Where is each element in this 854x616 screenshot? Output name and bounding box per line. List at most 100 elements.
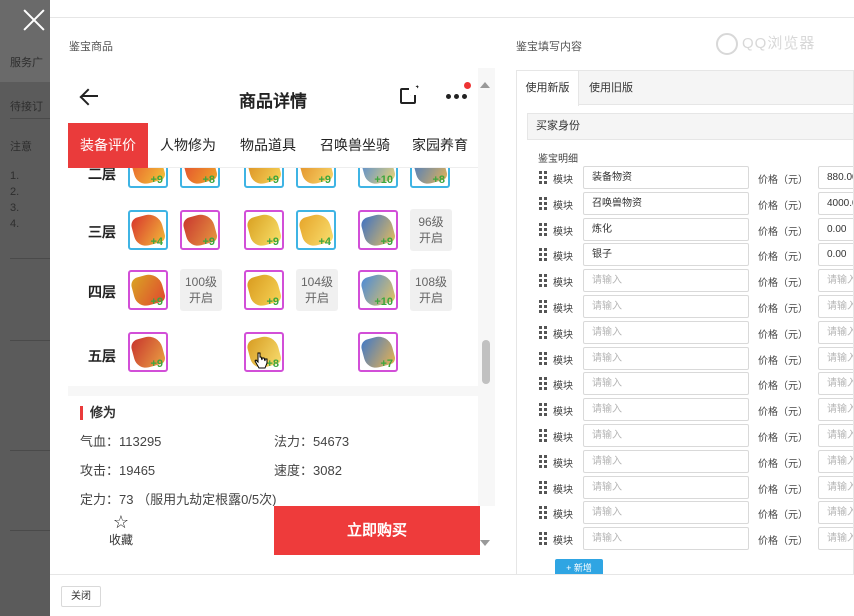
drag-handle-icon[interactable] <box>539 403 547 417</box>
price-input[interactable]: 请输入 <box>818 372 853 396</box>
equipment-slot[interactable]: +9 <box>128 270 168 310</box>
price-input[interactable]: 请输入 <box>818 398 853 422</box>
drag-handle-icon[interactable] <box>539 480 547 495</box>
price-input[interactable]: 请输入 <box>818 501 853 525</box>
locked-slot: 104级 开启 <box>296 269 338 311</box>
equipment-slot[interactable]: +8 <box>410 168 450 188</box>
drag-handle-icon[interactable] <box>539 274 547 288</box>
module-name-input[interactable]: 请输入 <box>583 295 749 318</box>
equipment-slot[interactable]: +4 <box>128 210 168 250</box>
equipment-slot[interactable]: +4 <box>296 210 336 250</box>
price-label: 价格（元） <box>758 252 808 264</box>
enhance-level: +10 <box>374 174 393 186</box>
equipment-slot[interactable]: +7 <box>358 332 398 372</box>
background-text: 服务广 <box>10 57 43 69</box>
drag-handle-icon[interactable] <box>539 429 547 443</box>
locked-slot: 108级 开启 <box>410 269 452 311</box>
price-input[interactable]: 4000.00 <box>818 191 853 215</box>
price-input[interactable]: 请输入 <box>818 449 853 473</box>
share-icon[interactable] <box>400 85 419 104</box>
module-name-input[interactable]: 召唤兽物资 <box>583 191 749 215</box>
drag-handle-icon[interactable] <box>539 325 547 340</box>
equipment-slot[interactable]: +9 <box>296 168 336 188</box>
drag-handle-icon[interactable] <box>539 196 547 211</box>
price-input[interactable]: 880.00 <box>818 166 853 189</box>
equipment-slot[interactable]: +9 <box>180 210 220 250</box>
more-menu-icon[interactable] <box>446 94 468 100</box>
drag-handle-icon[interactable] <box>539 532 547 546</box>
price-input[interactable]: 请输入 <box>818 424 853 447</box>
tab-old-version[interactable]: 使用旧版 <box>579 71 643 105</box>
price-input[interactable]: 0.00 <box>818 243 853 267</box>
price-input[interactable]: 请输入 <box>818 475 853 499</box>
appraisal-row: 模块 请输入 价格（元） 请输入 <box>517 320 853 345</box>
row-label: 二层 <box>88 168 116 182</box>
tab-character-cultivation[interactable]: 人物修为 <box>148 123 228 168</box>
background-divider <box>10 530 50 531</box>
tab-items[interactable]: 物品道具 <box>228 123 308 168</box>
module-name-input[interactable]: 请输入 <box>583 372 749 396</box>
module-name-input[interactable]: 请输入 <box>583 320 749 344</box>
price-input[interactable]: 请输入 <box>818 527 853 551</box>
stat-speed: 速度：3082 <box>274 463 342 478</box>
price-input[interactable]: 请输入 <box>818 346 853 370</box>
equipment-slot[interactable]: +9 <box>128 168 168 188</box>
equipment-slot[interactable]: +8 <box>180 168 220 188</box>
module-name-input[interactable]: 请输入 <box>583 269 749 293</box>
module-name-input[interactable]: 请输入 <box>583 527 749 551</box>
equipment-slot[interactable]: +10 <box>358 168 398 188</box>
drag-handle-icon[interactable] <box>539 351 547 366</box>
row-label: 三层 <box>88 224 116 240</box>
module-label: 模块 <box>553 407 573 419</box>
tab-new-version[interactable]: 使用新版 <box>517 71 579 106</box>
tab-equipment-review[interactable]: 装备评价 <box>68 123 148 168</box>
equipment-slot[interactable]: +9 <box>244 168 284 188</box>
price-input[interactable]: 请输入 <box>818 269 853 293</box>
buy-now-button[interactable]: 立即购买 <box>274 506 480 555</box>
price-label: 价格（元） <box>758 536 808 548</box>
scrollbar-thumb[interactable] <box>482 340 490 384</box>
equipment-slot[interactable]: +9 <box>244 210 284 250</box>
drag-handle-icon[interactable] <box>539 506 547 520</box>
close-button[interactable]: 关闭 <box>61 586 101 607</box>
drag-handle-icon[interactable] <box>539 222 547 237</box>
drag-handle-icon[interactable] <box>539 300 547 314</box>
module-name-input[interactable]: 请输入 <box>583 475 749 499</box>
equipment-slot[interactable]: +9 <box>244 270 284 310</box>
appraisal-form: 使用新版 使用旧版 买家身份 鉴宝明细 模块装备物资价格（元）880.00模块召… <box>516 70 854 576</box>
tab-summons-mounts[interactable]: 召唤兽坐骑 <box>308 123 402 168</box>
module-name-input[interactable]: 装备物资 <box>583 166 749 189</box>
tab-home-breeding[interactable]: 家园养育 <box>402 123 478 168</box>
module-name-input[interactable]: 请输入 <box>583 398 749 422</box>
stats-heading: 修为 <box>80 406 116 420</box>
drag-handle-icon[interactable] <box>539 171 547 185</box>
price-input[interactable]: 请输入 <box>818 295 853 318</box>
module-name-input[interactable]: 银子 <box>583 243 749 267</box>
unlock-level: 104级 <box>300 275 334 289</box>
equipment-slot[interactable]: +10 <box>358 270 398 310</box>
equipment-slot[interactable]: +9 <box>128 332 168 372</box>
modal-topbar <box>50 0 854 18</box>
module-name-input[interactable]: 请输入 <box>583 501 749 525</box>
module-name-input[interactable]: 请输入 <box>583 424 749 447</box>
scroll-up-arrow-icon[interactable] <box>480 82 490 88</box>
drag-handle-icon[interactable] <box>539 454 547 469</box>
background-text: 注意 <box>10 141 32 153</box>
close-overlay-icon[interactable] <box>20 6 48 34</box>
price-label: 价格（元） <box>758 355 808 367</box>
equipment-slot[interactable]: +9 <box>358 210 398 250</box>
enhance-level: +9 <box>150 174 163 186</box>
appraisal-row: 模块 请输入 价格（元） 请输入 <box>517 295 853 319</box>
price-input[interactable]: 请输入 <box>818 320 853 344</box>
drag-handle-icon[interactable] <box>539 248 547 262</box>
right-panel-title: 鉴宝填写内容 <box>516 41 582 53</box>
price-input[interactable]: 0.00 <box>818 217 853 241</box>
scroll-down-arrow-icon[interactable] <box>480 540 490 546</box>
module-name-input[interactable]: 炼化 <box>583 217 749 241</box>
module-name-input[interactable]: 请输入 <box>583 449 749 473</box>
appraisal-row: 模块装备物资价格（元） 880.00 <box>517 166 853 190</box>
module-name-input[interactable]: 请输入 <box>583 346 749 370</box>
drag-handle-icon[interactable] <box>539 377 547 391</box>
favorite-button[interactable]: ☆ 收藏 <box>104 513 138 548</box>
enhance-level: +10 <box>374 296 393 308</box>
